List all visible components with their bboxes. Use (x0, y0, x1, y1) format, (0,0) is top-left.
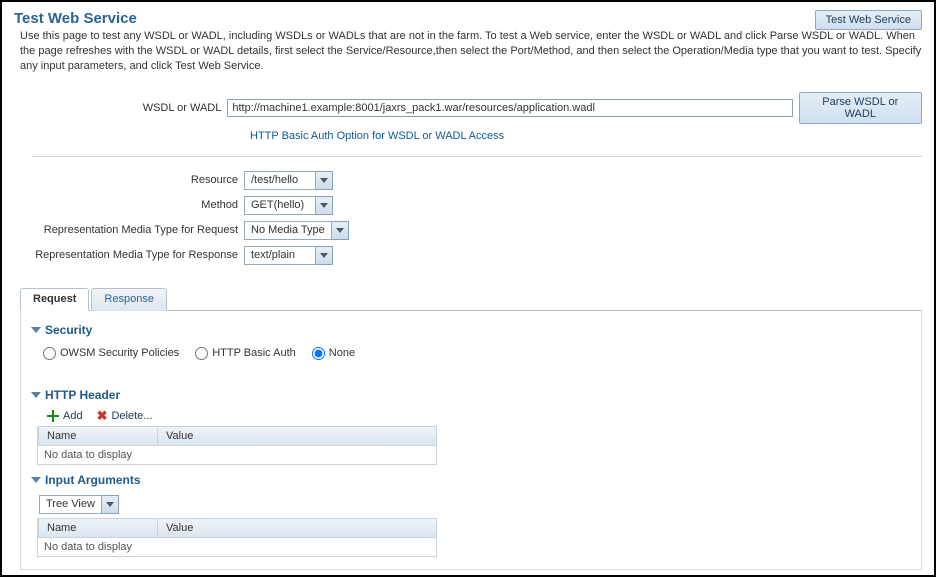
page-title: Test Web Service (14, 10, 922, 27)
collapse-toggle-icon[interactable] (31, 327, 41, 333)
input-args-grid: Name Value No data to display (37, 518, 437, 557)
plus-icon (47, 410, 59, 422)
radio-basic-input[interactable] (195, 347, 208, 360)
res-media-value: text/plain (244, 246, 316, 265)
col-value-header[interactable]: Value (158, 427, 436, 445)
radio-basic-label: HTTP Basic Auth (212, 347, 296, 359)
req-media-label: Representation Media Type for Request (32, 224, 244, 236)
tab-response[interactable]: Response (91, 288, 167, 311)
add-button[interactable]: Add (47, 410, 83, 422)
http-basic-auth-link[interactable]: HTTP Basic Auth Option for WSDL or WADL … (250, 130, 504, 142)
intro-text: Use this page to test any WSDL or WADL, … (14, 29, 922, 74)
view-select[interactable]: Tree View (39, 495, 119, 514)
method-label: Method (32, 199, 244, 211)
view-value: Tree View (39, 495, 102, 514)
chevron-down-icon (320, 253, 328, 258)
security-radio-group: OWSM Security Policies HTTP Basic Auth N… (31, 343, 911, 370)
delete-label: Delete... (111, 410, 152, 422)
input-args-section-title: Input Arguments (45, 473, 141, 487)
add-label: Add (63, 410, 83, 422)
tab-bar: Request Response (20, 287, 922, 311)
http-header-section-title: HTTP Header (45, 388, 120, 402)
radio-owsm-input[interactable] (43, 347, 56, 360)
dropdown-arrow-icon[interactable] (316, 171, 333, 190)
divider (32, 156, 922, 157)
collapse-toggle-icon[interactable] (31, 392, 41, 398)
col-value-header[interactable]: Value (158, 519, 436, 537)
resource-select[interactable]: /test/hello (244, 171, 333, 190)
collapse-toggle-icon[interactable] (31, 477, 41, 483)
chevron-down-icon (320, 178, 328, 183)
delete-button[interactable]: ✖ Delete... (97, 410, 153, 422)
dropdown-arrow-icon[interactable] (316, 246, 333, 265)
radio-owsm[interactable]: OWSM Security Policies (43, 347, 179, 360)
chevron-down-icon (106, 502, 114, 507)
res-media-select[interactable]: text/plain (244, 246, 333, 265)
radio-basic[interactable]: HTTP Basic Auth (195, 347, 296, 360)
resource-label: Resource (32, 174, 244, 186)
test-web-service-button[interactable]: Test Web Service (815, 10, 922, 30)
resource-value: /test/hello (244, 171, 316, 190)
grid-empty-text: No data to display (38, 446, 436, 464)
radio-none-input[interactable] (312, 347, 325, 360)
delete-icon: ✖ (97, 410, 108, 422)
dropdown-arrow-icon[interactable] (316, 196, 333, 215)
security-section-title: Security (45, 323, 92, 337)
wsdl-input[interactable] (227, 99, 792, 117)
col-name-header[interactable]: Name (38, 519, 158, 537)
radio-owsm-label: OWSM Security Policies (60, 347, 179, 359)
parse-wsdl-button[interactable]: Parse WSDL or WADL (799, 92, 923, 124)
radio-none[interactable]: None (312, 347, 355, 360)
wsdl-label: WSDL or WADL (32, 102, 227, 114)
col-name-header[interactable]: Name (38, 427, 158, 445)
req-media-value: No Media Type (244, 221, 332, 240)
dropdown-arrow-icon[interactable] (102, 495, 119, 514)
dropdown-arrow-icon[interactable] (332, 221, 349, 240)
grid-empty-text: No data to display (38, 538, 436, 556)
res-media-label: Representation Media Type for Response (32, 249, 244, 261)
radio-none-label: None (329, 347, 355, 359)
method-value: GET(hello) (244, 196, 316, 215)
method-select[interactable]: GET(hello) (244, 196, 333, 215)
chevron-down-icon (320, 203, 328, 208)
http-header-grid: Name Value No data to display (37, 426, 437, 465)
req-media-select[interactable]: No Media Type (244, 221, 349, 240)
chevron-down-icon (336, 228, 344, 233)
tab-request[interactable]: Request (20, 288, 89, 311)
